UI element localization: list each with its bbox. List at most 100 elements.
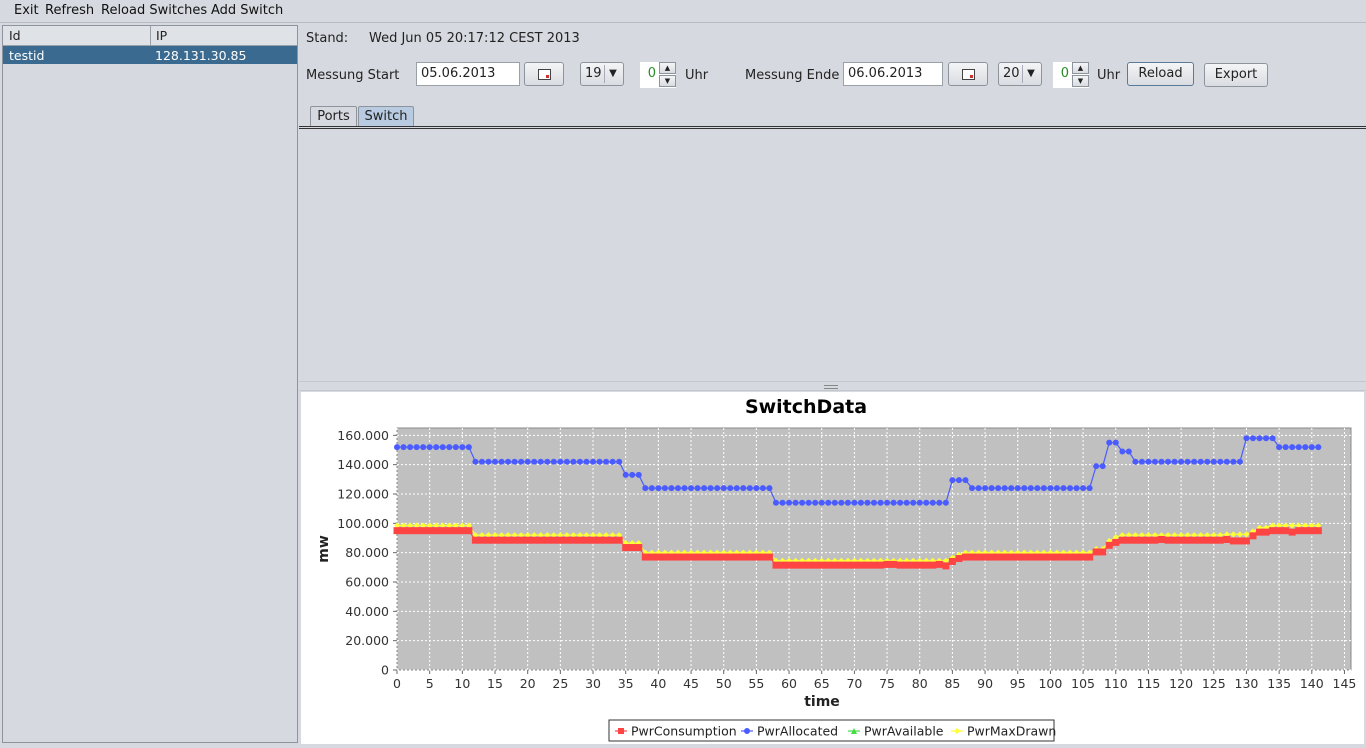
data-point-pwrallocated (563, 458, 570, 465)
data-point-pwrconsumption (909, 561, 917, 569)
chart-container: SwitchData 0 5 10 15 20 25 30 35 40 45 50 55 60 65 70 75… (301, 392, 1364, 744)
data-point-pwrconsumption (785, 561, 793, 569)
menu-add-switch[interactable]: Add Switch (211, 3, 283, 18)
start-unit-label: Uhr (685, 68, 709, 83)
data-point-pwrconsumption (1171, 536, 1179, 544)
data-point-pwrallocated (1008, 485, 1015, 492)
data-point-pwrallocated (1027, 485, 1034, 492)
start-calendar-button[interactable] (524, 62, 564, 86)
menu-refresh[interactable]: Refresh (45, 3, 94, 18)
y-tick-label: 0 (381, 663, 389, 678)
tab-switch[interactable]: Switch (358, 106, 414, 127)
data-point-pwrallocated (766, 485, 773, 492)
x-tick-label: 140 (1300, 676, 1324, 691)
data-point-pwrallocated (1269, 435, 1276, 442)
y-axis-label: mw (316, 535, 332, 563)
tab-divider (299, 126, 1366, 129)
data-point-pwrallocated (681, 485, 688, 492)
data-point-pwrallocated (603, 458, 610, 465)
data-point-pwrallocated (1001, 485, 1008, 492)
data-point-pwrallocated (1171, 458, 1178, 465)
data-point-pwrconsumption (975, 553, 983, 561)
data-point-pwrconsumption (1184, 536, 1192, 544)
data-point-pwrconsumption (543, 536, 551, 544)
data-point-pwrallocated (1060, 485, 1067, 492)
data-point-pwrallocated (524, 458, 531, 465)
spinner-down-icon[interactable]: ▼ (659, 75, 676, 87)
data-point-pwrallocated (1223, 458, 1230, 465)
spinner-up-icon[interactable]: ▲ (659, 62, 676, 74)
end-minute-spinner[interactable]: 0 ▲ ▼ (1053, 62, 1089, 88)
data-point-pwrallocated (1289, 444, 1296, 451)
data-point-pwrconsumption (524, 536, 532, 544)
data-point-pwrconsumption (1053, 553, 1061, 561)
spinner-up-icon[interactable]: ▲ (1072, 62, 1089, 74)
data-point-pwrallocated (1086, 485, 1093, 492)
data-point-pwrconsumption (504, 536, 512, 544)
calendar-icon (538, 69, 551, 80)
data-point-pwrallocated (949, 477, 956, 484)
data-point-pwrallocated (583, 458, 590, 465)
end-hour-select[interactable]: 20 ▼ (998, 62, 1042, 86)
menu-reload-switches[interactable]: Reload Switches (101, 3, 207, 18)
spinner-down-icon[interactable]: ▼ (1072, 75, 1089, 87)
x-tick-label: 10 (454, 676, 470, 691)
data-point-pwrallocated (857, 499, 864, 506)
menu-exit[interactable]: Exit (14, 3, 39, 18)
status-label: Stand: (306, 31, 349, 46)
data-point-pwrallocated (864, 499, 871, 506)
data-point-pwrconsumption (955, 555, 963, 563)
data-point-pwrallocated (1184, 458, 1191, 465)
data-point-pwrconsumption (798, 561, 806, 569)
end-date-field[interactable]: 06.06.2013 (843, 62, 943, 86)
data-point-pwrallocated (596, 458, 603, 465)
data-point-pwrconsumption (654, 553, 662, 561)
data-point-pwrconsumption (406, 527, 414, 535)
data-point-pwrallocated (420, 444, 427, 451)
data-point-pwrallocated (916, 499, 923, 506)
data-point-pwrallocated (1125, 448, 1132, 455)
x-tick-label: 55 (748, 676, 764, 691)
calendar-icon (962, 69, 975, 80)
data-point-pwrconsumption (713, 553, 721, 561)
data-point-pwrconsumption (452, 527, 460, 535)
data-point-pwrconsumption (988, 553, 996, 561)
data-point-pwrconsumption (1282, 527, 1290, 535)
x-tick-label: 95 (1010, 676, 1026, 691)
start-date-field[interactable]: 05.06.2013 (416, 62, 520, 86)
end-label: Messung Ende (745, 68, 840, 83)
data-point-pwrconsumption (916, 561, 924, 569)
data-point-pwrconsumption (1210, 536, 1218, 544)
column-divider[interactable] (150, 26, 151, 45)
start-hour-select[interactable]: 19 ▼ (580, 62, 624, 86)
tab-ports[interactable]: Ports (310, 106, 357, 127)
data-point-pwrconsumption (929, 561, 937, 569)
data-point-pwrconsumption (1125, 536, 1133, 544)
data-point-pwrallocated (688, 485, 695, 492)
column-header-ip[interactable]: IP (156, 28, 167, 43)
column-header-id[interactable]: Id (9, 28, 21, 43)
data-point-pwrconsumption (471, 536, 479, 544)
y-tick-label: 60.000 (345, 575, 389, 590)
reload-button[interactable]: Reload (1127, 62, 1194, 86)
switch-list-panel: Id IP testid 128.131.30.85 (2, 25, 298, 743)
x-tick-label: 30 (585, 676, 601, 691)
data-point-pwrconsumption (1223, 535, 1231, 543)
data-point-pwrallocated (740, 485, 747, 492)
data-point-pwrconsumption (609, 536, 617, 544)
data-point-pwrconsumption (818, 561, 826, 569)
y-tick-label: 120.000 (337, 487, 389, 502)
data-point-pwrallocated (433, 444, 440, 451)
end-calendar-button[interactable] (948, 62, 988, 86)
table-row[interactable]: testid 128.131.30.85 (3, 46, 297, 64)
start-minute-spinner[interactable]: 0 ▲ ▼ (640, 62, 676, 88)
chevron-down-icon: ▼ (604, 65, 621, 83)
x-tick-label: 65 (814, 676, 830, 691)
data-point-pwrconsumption (1040, 553, 1048, 561)
x-tick-label: 145 (1333, 676, 1357, 691)
export-button[interactable]: Export (1204, 63, 1268, 87)
split-pane-divider[interactable] (299, 381, 1366, 391)
data-point-pwrallocated (609, 458, 616, 465)
chart-title: SwitchData (745, 396, 867, 418)
data-point-pwrconsumption (1105, 541, 1113, 549)
